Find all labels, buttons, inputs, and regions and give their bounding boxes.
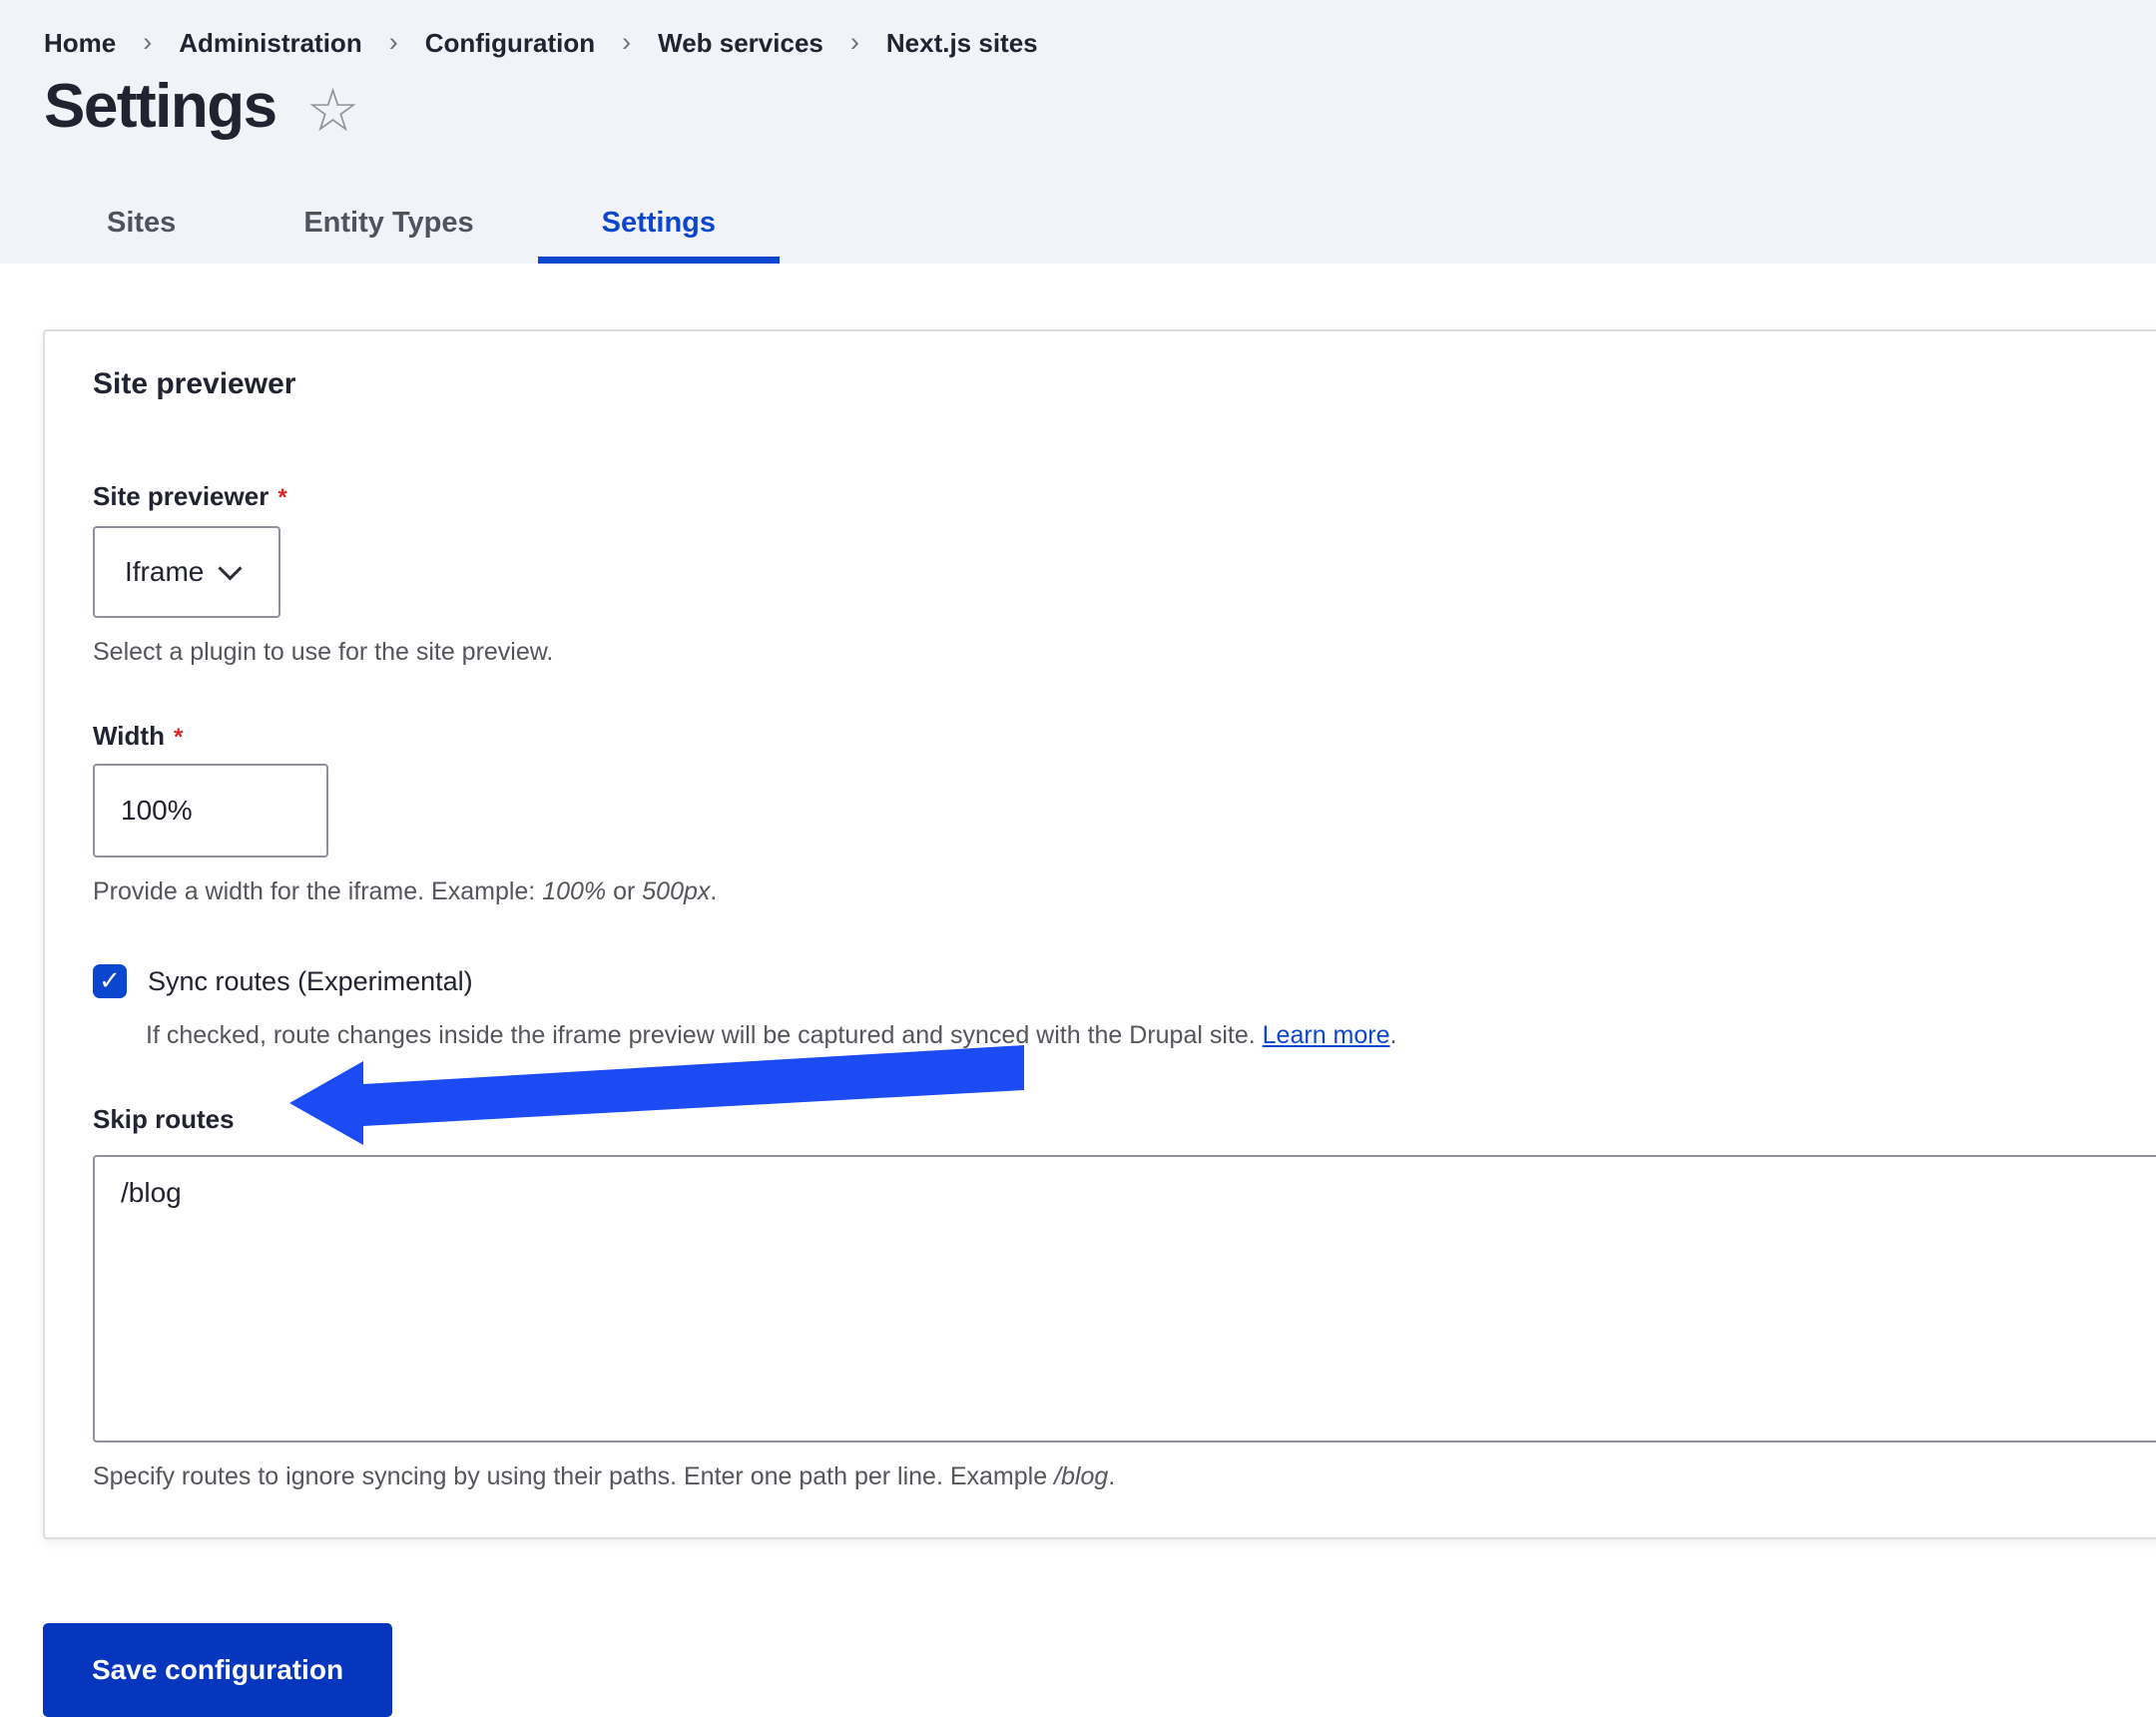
skip-routes-desc-text: .	[1108, 1462, 1115, 1490]
learn-more-link[interactable]: Learn more	[1263, 1021, 1390, 1049]
sync-routes-description: If checked, route changes inside the ifr…	[146, 1021, 2156, 1050]
skip-routes-textarea[interactable]: /blog	[93, 1155, 2156, 1442]
sync-routes-checkbox[interactable]: ✓	[93, 964, 127, 998]
width-desc-text: Provide a width for the iframe. Example:	[93, 877, 542, 905]
breadcrumb-separator-icon: ›	[850, 27, 859, 58]
checkmark-icon: ✓	[99, 967, 121, 993]
skip-routes-field: Skip routes /blog Specify routes to igno…	[93, 1104, 2156, 1491]
width-description: Provide a width for the iframe. Example:…	[93, 877, 2156, 906]
sync-routes-label[interactable]: Sync routes (Experimental)	[148, 966, 473, 997]
sync-routes-desc-suffix: .	[1390, 1021, 1397, 1049]
required-marker: *	[277, 484, 286, 511]
breadcrumb-separator-icon: ›	[622, 27, 631, 58]
site-previewer-description: Select a plugin to use for the site prev…	[93, 638, 2156, 667]
title-row: Settings ☆	[44, 71, 2156, 142]
favorite-star-icon[interactable]: ☆	[306, 81, 360, 141]
sync-routes-field: ✓ Sync routes (Experimental) If checked,…	[93, 964, 2156, 1050]
save-configuration-button[interactable]: Save configuration	[43, 1623, 392, 1717]
width-input[interactable]	[93, 764, 328, 858]
main-content: Site previewer Site previewer * Iframe Se…	[0, 329, 2156, 1717]
page-title: Settings	[44, 71, 276, 142]
breadcrumb: Home › Administration › Configuration › …	[44, 28, 2156, 59]
sync-routes-desc-text: If checked, route changes inside the ifr…	[146, 1021, 1263, 1049]
skip-routes-label: Skip routes	[93, 1104, 2156, 1135]
breadcrumb-link-web-services[interactable]: Web services	[658, 28, 823, 59]
width-desc-text: .	[710, 877, 717, 905]
width-desc-example-1: 100%	[542, 877, 606, 905]
site-previewer-label-text: Site previewer	[93, 481, 269, 511]
width-label: Width *	[93, 721, 2156, 752]
width-desc-example-2: 500px	[642, 877, 710, 905]
breadcrumb-link-configuration[interactable]: Configuration	[425, 28, 595, 59]
site-previewer-label: Site previewer *	[93, 481, 2156, 512]
breadcrumb-link-nextjs-sites[interactable]: Next.js sites	[886, 28, 1038, 59]
site-previewer-card: Site previewer Site previewer * Iframe Se…	[43, 329, 2156, 1539]
width-label-text: Width	[93, 721, 165, 751]
tab-entity-types[interactable]: Entity Types	[240, 189, 537, 264]
site-previewer-field: Site previewer * Iframe Select a plugin t…	[93, 481, 2156, 667]
breadcrumb-link-administration[interactable]: Administration	[179, 28, 361, 59]
breadcrumb-link-home[interactable]: Home	[44, 28, 116, 59]
breadcrumb-separator-icon: ›	[389, 27, 398, 58]
skip-routes-desc-example: /blog	[1054, 1462, 1108, 1490]
sync-routes-row: ✓ Sync routes (Experimental)	[93, 964, 2156, 998]
chevron-down-icon	[219, 556, 243, 580]
required-marker: *	[174, 724, 183, 751]
site-previewer-select[interactable]: Iframe	[93, 526, 280, 618]
section-title: Site previewer	[93, 367, 2156, 401]
tab-settings[interactable]: Settings	[538, 189, 780, 264]
tab-sites[interactable]: Sites	[43, 189, 240, 264]
page-header: Home › Administration › Configuration › …	[0, 0, 2156, 264]
skip-routes-description: Specify routes to ignore syncing by usin…	[93, 1462, 2156, 1491]
width-field: Width * Provide a width for the iframe. E…	[93, 721, 2156, 906]
skip-routes-desc-text: Specify routes to ignore syncing by usin…	[93, 1462, 1054, 1490]
site-previewer-selected-value: Iframe	[125, 556, 204, 588]
breadcrumb-separator-icon: ›	[143, 27, 152, 58]
width-desc-text: or	[606, 877, 642, 905]
tab-bar: Sites Entity Types Settings	[43, 189, 780, 264]
